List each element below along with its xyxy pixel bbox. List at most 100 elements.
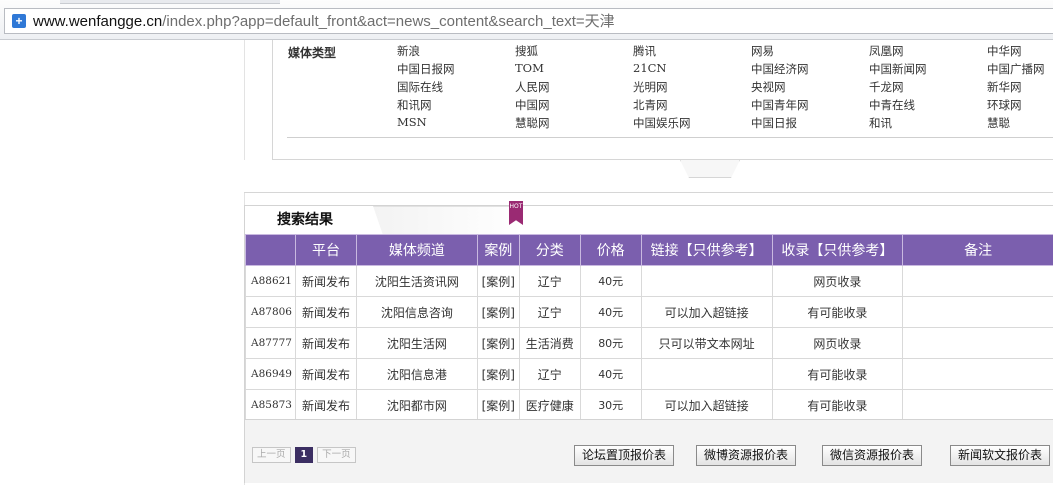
row-platform: 新闻发布 bbox=[294, 358, 357, 390]
column-header: 收录【只供参考】 bbox=[771, 234, 904, 266]
row-category: 辽宁 bbox=[518, 265, 581, 297]
url-field[interactable]: + www.wenfangge.cn/index.php?app=default… bbox=[4, 8, 1053, 34]
url-host: www.wenfangge.cn bbox=[33, 13, 163, 30]
row-category: 辽宁 bbox=[518, 358, 581, 390]
column-header: 媒体频道 bbox=[355, 234, 478, 266]
next-page-button[interactable]: 下一页 bbox=[317, 447, 356, 463]
url-text[interactable]: www.wenfangge.cn/index.php?app=default_f… bbox=[33, 12, 615, 32]
row-channel-link[interactable]: 沈阳信息咨询 bbox=[355, 296, 478, 328]
row-category: 辽宁 bbox=[518, 296, 581, 328]
media-type-option[interactable]: 中国青年网 bbox=[751, 97, 869, 115]
media-type-option[interactable]: 网易 bbox=[751, 43, 869, 61]
table-row: A87806 新闻发布 沈阳信息咨询 [案例] 辽宁 40元 可以加入超链接 有可能收录 bbox=[245, 296, 1053, 328]
results-table: 平台 媒体频道 案例 分类 价格 链接【只供参考】 收录【只供参考】 备注 A88621 新闻发… bbox=[245, 234, 1053, 421]
row-case-link[interactable]: [案例] bbox=[476, 265, 520, 297]
media-type-option[interactable]: 中国新闻网 bbox=[869, 61, 987, 79]
media-type-option[interactable]: 腾讯 bbox=[633, 43, 751, 61]
media-type-option[interactable]: 慧聪 bbox=[987, 115, 1053, 133]
media-type-option[interactable]: TOM bbox=[515, 61, 633, 79]
collapse-toggle[interactable] bbox=[680, 160, 740, 178]
row-price: 80元 bbox=[579, 327, 642, 359]
row-id: A87777 bbox=[245, 327, 296, 359]
media-type-option[interactable]: 千龙网 bbox=[869, 79, 987, 97]
column-header: 分类 bbox=[518, 234, 581, 266]
row-index-note: 网页收录 bbox=[771, 327, 904, 359]
row-channel-link[interactable]: 沈阳生活资讯网 bbox=[355, 265, 478, 297]
row-price: 40元 bbox=[579, 296, 642, 328]
row-remark bbox=[902, 389, 1053, 421]
row-case-link[interactable]: [案例] bbox=[476, 296, 520, 328]
row-case-link[interactable]: [案例] bbox=[476, 389, 520, 421]
media-type-option[interactable]: 凤凰网 bbox=[869, 43, 987, 61]
media-type-option[interactable]: 央视网 bbox=[751, 79, 869, 97]
media-type-option[interactable]: MSN bbox=[397, 115, 515, 133]
results-tabbar: 搜索结果 HOT bbox=[245, 201, 1053, 235]
row-id: A87806 bbox=[245, 296, 296, 328]
media-type-option[interactable]: 和讯网 bbox=[397, 97, 515, 115]
row-remark bbox=[902, 296, 1053, 328]
price-list-button[interactable]: 微博资源报价表 bbox=[696, 445, 797, 466]
row-link-note: 只可以带文本网址 bbox=[640, 327, 773, 359]
media-type-option[interactable]: 光明网 bbox=[633, 79, 751, 97]
row-category: 生活消费 bbox=[518, 327, 581, 359]
media-type-option[interactable]: 中国日报 bbox=[751, 115, 869, 133]
row-index-note: 有可能收录 bbox=[771, 389, 904, 421]
row-remark bbox=[902, 265, 1053, 297]
media-type-option[interactable]: 中华网 bbox=[987, 43, 1053, 61]
column-header bbox=[245, 234, 296, 266]
media-type-option[interactable]: 搜狐 bbox=[515, 43, 633, 61]
row-price: 40元 bbox=[579, 265, 642, 297]
media-type-option[interactable]: 中国娱乐网 bbox=[633, 115, 751, 133]
row-price: 40元 bbox=[579, 358, 642, 390]
row-link-note bbox=[640, 265, 773, 297]
row-category: 医疗健康 bbox=[518, 389, 581, 421]
filter-panel-container bbox=[244, 160, 1053, 193]
row-platform: 新闻发布 bbox=[294, 327, 357, 359]
search-results-section: 搜索结果 HOT 平台 媒体频道 案例 分类 价格 链接【只供参考】 收录【只供参考】 备注 … bbox=[244, 201, 1053, 483]
media-type-option[interactable]: 中国广播网 bbox=[987, 61, 1053, 79]
row-price: 30元 bbox=[579, 389, 642, 421]
media-type-option[interactable]: 中国经济网 bbox=[751, 61, 869, 79]
column-header: 案例 bbox=[476, 234, 520, 266]
media-type-option[interactable]: 慧聪网 bbox=[515, 115, 633, 133]
price-list-button[interactable]: 新闻软文报价表 bbox=[950, 445, 1051, 466]
tab-background bbox=[373, 206, 523, 235]
price-list-buttons: 论坛置顶报价表 微博资源报价表 微信资源报价表 新闻软文报价表 bbox=[574, 445, 1051, 466]
row-channel-link[interactable]: 沈阳信息港 bbox=[355, 358, 478, 390]
row-index-note: 有可能收录 bbox=[771, 296, 904, 328]
table-row: A86949 新闻发布 沈阳信息港 [案例] 辽宁 40元 有可能收录 bbox=[245, 358, 1053, 390]
row-case-link[interactable]: [案例] bbox=[476, 358, 520, 390]
site-shield-icon: + bbox=[12, 14, 26, 28]
row-channel-link[interactable]: 沈阳生活网 bbox=[355, 327, 478, 359]
row-id: A86949 bbox=[245, 358, 296, 390]
column-header: 价格 bbox=[579, 234, 642, 266]
media-type-option[interactable]: 国际在线 bbox=[397, 79, 515, 97]
table-body: A88621 新闻发布 沈阳生活资讯网 [案例] 辽宁 40元 网页收录 A87806 新闻发布… bbox=[245, 265, 1053, 421]
row-remark bbox=[902, 358, 1053, 390]
row-platform: 新闻发布 bbox=[294, 389, 357, 421]
row-channel-link[interactable]: 沈阳都市网 bbox=[355, 389, 478, 421]
media-type-option[interactable]: 21CN bbox=[633, 61, 751, 79]
row-platform: 新闻发布 bbox=[294, 265, 357, 297]
price-list-button[interactable]: 微信资源报价表 bbox=[822, 445, 923, 466]
row-case-link[interactable]: [案例] bbox=[476, 327, 520, 359]
media-type-option[interactable]: 环球网 bbox=[987, 97, 1053, 115]
media-type-option[interactable]: 中国日报网 bbox=[397, 61, 515, 79]
table-row: A88621 新闻发布 沈阳生活资讯网 [案例] 辽宁 40元 网页收录 bbox=[245, 265, 1053, 297]
prev-page-button[interactable]: 上一页 bbox=[252, 447, 291, 463]
media-type-option[interactable]: 北青网 bbox=[633, 97, 751, 115]
media-type-option[interactable]: 人民网 bbox=[515, 79, 633, 97]
media-type-option[interactable]: 中青在线 bbox=[869, 97, 987, 115]
media-type-label: 媒体类型 bbox=[288, 46, 337, 60]
price-list-button[interactable]: 论坛置顶报价表 bbox=[574, 445, 675, 466]
media-type-option[interactable]: 新华网 bbox=[987, 79, 1053, 97]
media-type-option[interactable]: 和讯 bbox=[869, 115, 987, 133]
row-link-note bbox=[640, 358, 773, 390]
tab-search-results[interactable]: 搜索结果 bbox=[245, 206, 375, 232]
media-type-option[interactable]: 中国网 bbox=[515, 97, 633, 115]
browser-address-bar: + www.wenfangge.cn/index.php?app=default… bbox=[0, 0, 1053, 40]
row-id: A88621 bbox=[245, 265, 296, 297]
media-type-option[interactable]: 新浪 bbox=[397, 43, 515, 61]
current-page-button[interactable]: 1 bbox=[294, 447, 314, 463]
browser-tab-strip bbox=[60, 0, 280, 4]
